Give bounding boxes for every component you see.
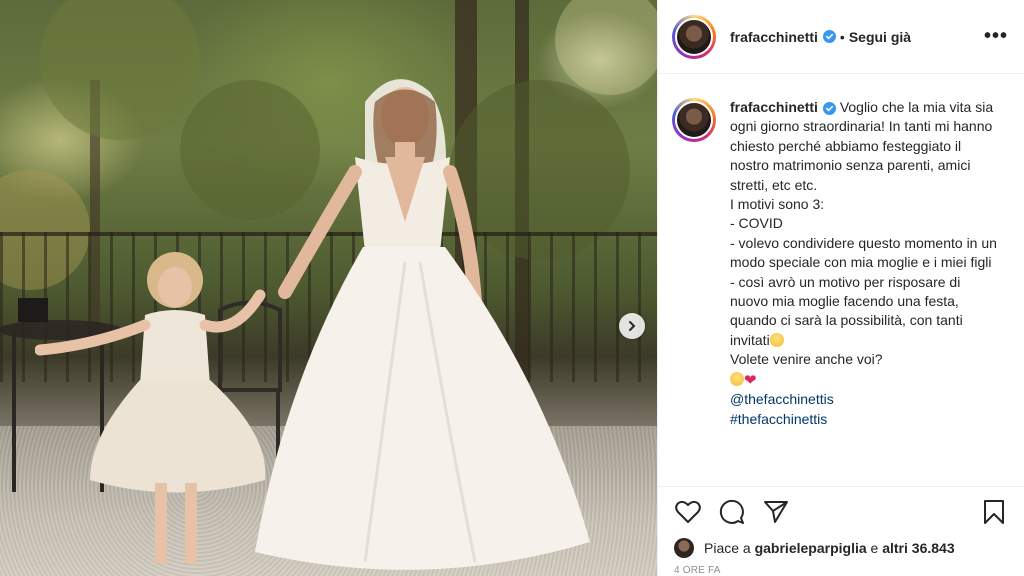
chevron-right-icon <box>629 321 636 331</box>
caption: frafacchinetti Voglio che la mia vita si… <box>730 98 1000 486</box>
post-header: frafacchinetti • Segui già ••• <box>658 0 1024 74</box>
likes-middle: e <box>870 540 879 556</box>
post-time[interactable]: 4 ORE FA <box>674 565 1008 576</box>
verified-badge-icon <box>822 102 836 115</box>
bride-figure <box>255 79 590 570</box>
post-side-panel: frafacchinetti • Segui già ••• frafacchi… <box>657 0 1024 576</box>
heart-icon[interactable] <box>674 498 702 526</box>
post-photo[interactable] <box>0 0 657 576</box>
likes-count[interactable]: altri 36.843 <box>882 540 954 556</box>
more-options-icon[interactable]: ••• <box>984 25 1008 48</box>
likes-summary: Piace a gabrieleparpiglia e altri 36.843 <box>674 537 1008 559</box>
follow-button[interactable]: Segui già <box>849 29 911 45</box>
paper-plane-icon[interactable] <box>762 498 790 526</box>
post-username[interactable]: frafacchinetti <box>730 29 818 45</box>
bookmark-icon[interactable] <box>980 498 1008 526</box>
likes-prefix: Piace a <box>704 540 751 556</box>
caption-avatar[interactable] <box>672 98 716 142</box>
girl-figure <box>35 252 266 563</box>
caption-area: frafacchinetti Voglio che la mia vita si… <box>658 74 1024 486</box>
separator-dot: • <box>839 28 845 45</box>
next-photo-button[interactable] <box>619 313 645 339</box>
mention-link[interactable]: @thefacchinettis <box>730 390 1000 409</box>
hashtag-link[interactable]: #thefacchinettis <box>730 410 1000 429</box>
action-row <box>674 487 1008 537</box>
post-actions: Piace a gabrieleparpiglia e altri 36.843… <box>658 486 1024 576</box>
profile-avatar[interactable] <box>672 14 716 59</box>
heart-emoji-icon: ❤ <box>744 371 757 389</box>
caption-username[interactable]: frafacchinetti <box>730 99 818 115</box>
grin-emoji-icon <box>769 332 784 347</box>
grin-emoji-icon <box>730 371 744 386</box>
verified-badge-icon <box>822 30 836 43</box>
caption-question: Volete venire anche voi? <box>730 351 883 368</box>
comment-icon[interactable] <box>718 498 746 526</box>
caption-text: Voglio che la mia vita sia ogni giorno s… <box>730 99 997 348</box>
liker-username[interactable]: gabrieleparpiglia <box>755 540 867 556</box>
liker-avatar[interactable] <box>674 538 694 558</box>
